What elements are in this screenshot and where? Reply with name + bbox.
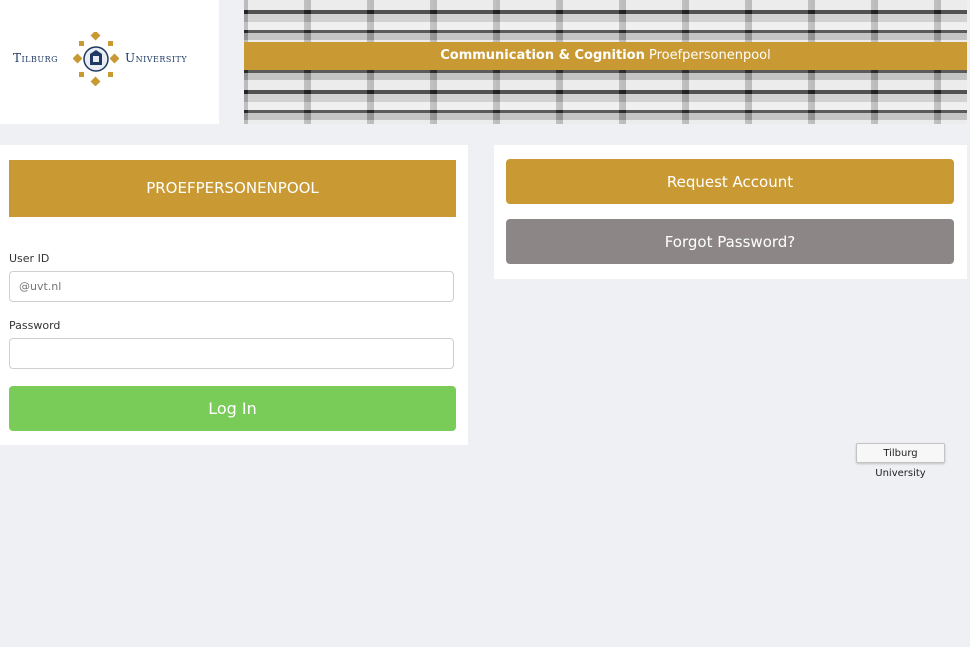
tooltip: Tilburg University <box>856 443 945 479</box>
password-label: Password <box>9 319 61 332</box>
banner-title-normal: Proefpersonenpool <box>648 48 771 63</box>
request-account-button[interactable]: Request Account <box>506 159 954 204</box>
password-input[interactable] <box>9 338 454 369</box>
logo-left-word: Tilburg <box>13 51 59 65</box>
login-card: PROEFPERSONENPOOL User ID Password Log I… <box>0 145 468 445</box>
login-header: PROEFPERSONENPOOL <box>9 160 456 217</box>
account-actions-card: Request Account Forgot Password? <box>494 145 967 279</box>
banner-title: Communication & Cognition Proefpersonenp… <box>244 42 967 70</box>
banner-title-bold: Communication & Cognition <box>440 48 645 63</box>
logo-right-word: University <box>125 51 188 65</box>
user-id-input[interactable] <box>9 271 454 302</box>
header-banner: Communication & Cognition Proefpersonenp… <box>244 0 967 124</box>
seal-icon <box>73 32 119 86</box>
login-button[interactable]: Log In <box>9 386 456 431</box>
university-logo: Tilburg University <box>0 0 219 124</box>
forgot-password-button[interactable]: Forgot Password? <box>506 219 954 264</box>
user-id-label: User ID <box>9 252 50 265</box>
